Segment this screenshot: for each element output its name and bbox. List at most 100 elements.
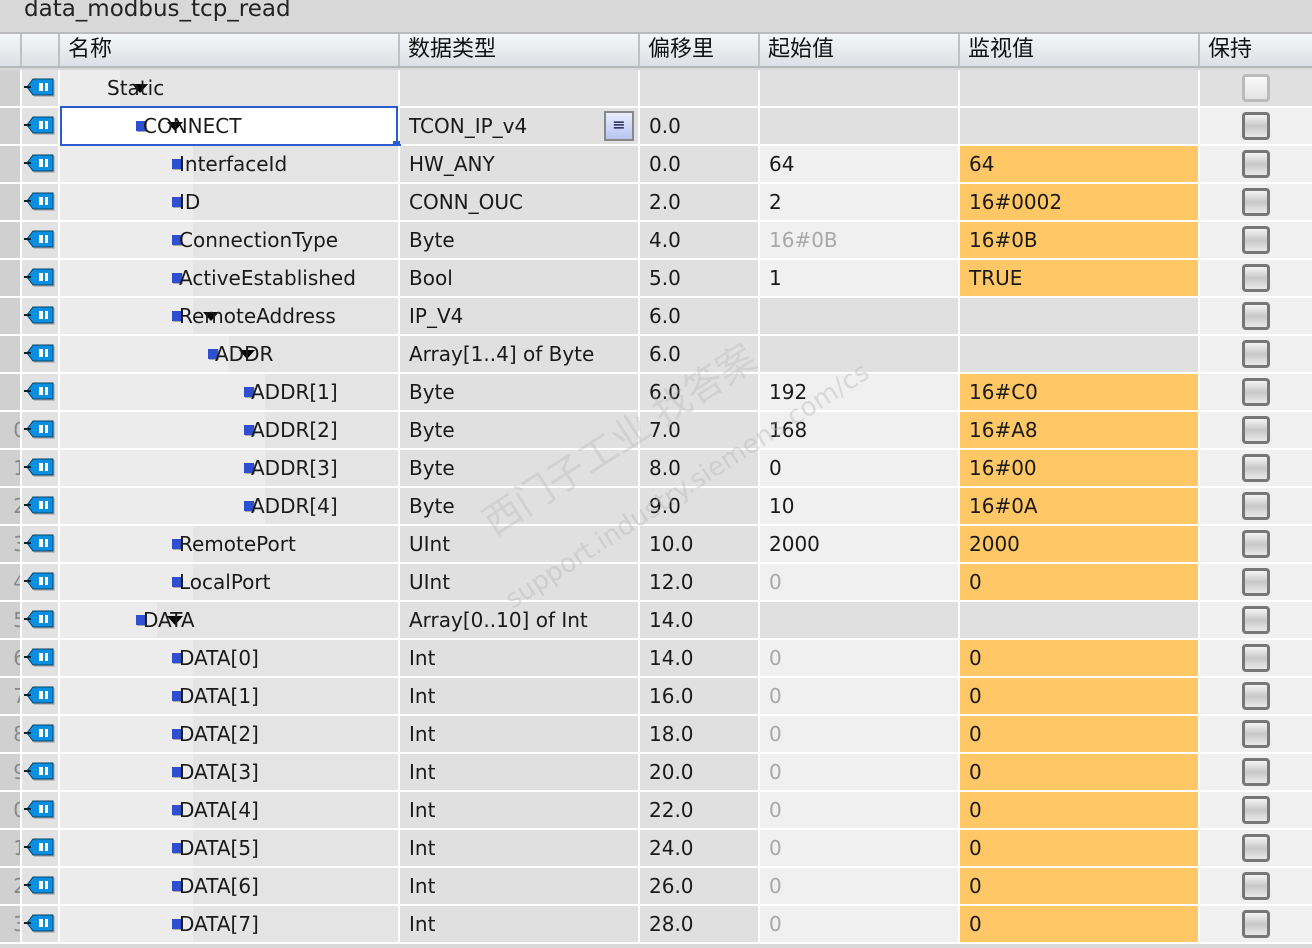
monitor-value-cell[interactable]: 16#00 [960, 450, 1200, 486]
type-cell[interactable] [400, 70, 640, 106]
table-row[interactable]: 4 LocalPort UInt 12.0 0 0 [0, 564, 1312, 602]
start-value-cell[interactable]: 1 [760, 260, 960, 296]
type-cell[interactable]: CONN_OUC [400, 184, 640, 220]
monitor-value-cell[interactable] [960, 602, 1200, 638]
start-value-cell[interactable]: 0 [760, 678, 960, 714]
table-row[interactable]: 2 ADDR[4] Byte 9.0 10 16#0A [0, 488, 1312, 526]
start-value-cell[interactable] [760, 108, 960, 144]
monitor-value-cell[interactable]: 64 [960, 146, 1200, 182]
row-number[interactable]: 0 [0, 412, 22, 448]
start-value-cell[interactable]: 0 [760, 450, 960, 486]
table-row[interactable]: InterfaceId HW_ANY 0.0 64 64 [0, 146, 1312, 184]
table-row[interactable]: 3 RemotePort UInt 10.0 2000 2000 [0, 526, 1312, 564]
start-value-cell[interactable]: 0 [760, 640, 960, 676]
name-cell[interactable]: ADDR[4] [60, 488, 400, 524]
retain-checkbox[interactable] [1242, 302, 1270, 330]
monitor-value-cell[interactable] [960, 336, 1200, 372]
start-value-cell[interactable]: 0 [760, 906, 960, 942]
type-cell[interactable]: Int [400, 716, 640, 752]
monitor-value-cell[interactable]: 16#0A [960, 488, 1200, 524]
row-number[interactable] [0, 222, 22, 258]
monitor-value-cell[interactable]: 0 [960, 906, 1200, 942]
table-row[interactable]: 5 DATA Array[0..10] of Int 14.0 [0, 602, 1312, 640]
monitor-value-cell[interactable]: 16#0002 [960, 184, 1200, 220]
start-value-cell[interactable] [760, 602, 960, 638]
start-value-cell[interactable]: 0 [760, 830, 960, 866]
name-cell[interactable]: ADDR[3] [60, 450, 400, 486]
start-value-cell[interactable]: 2000 [760, 526, 960, 562]
start-value-cell[interactable]: 0 [760, 754, 960, 790]
table-row[interactable]: 3 DATA[7] Int 28.0 0 0 [0, 906, 1312, 944]
type-cell[interactable]: Int [400, 754, 640, 790]
name-cell[interactable]: DATA[4] [60, 792, 400, 828]
type-cell[interactable]: Byte [400, 412, 640, 448]
row-number[interactable] [0, 184, 22, 220]
name-cell[interactable]: DATA[6] [60, 868, 400, 904]
table-row[interactable]: 8 DATA[2] Int 18.0 0 0 [0, 716, 1312, 754]
row-number[interactable]: 5 [0, 602, 22, 638]
monitor-value-cell[interactable]: 0 [960, 640, 1200, 676]
type-cell[interactable]: Int [400, 868, 640, 904]
type-cell[interactable]: TCON_IP_v4 ≡ [400, 108, 640, 144]
start-value-cell[interactable] [760, 336, 960, 372]
name-cell[interactable]: DATA[1] [60, 678, 400, 714]
retain-checkbox[interactable] [1242, 226, 1270, 254]
type-cell[interactable]: HW_ANY [400, 146, 640, 182]
retain-checkbox[interactable] [1242, 264, 1270, 292]
header-start-value[interactable]: 起始值 [760, 34, 960, 66]
row-number[interactable]: 3 [0, 526, 22, 562]
name-cell[interactable]: ConnectionType [60, 222, 400, 258]
name-cell[interactable]: ID [60, 184, 400, 220]
name-cell[interactable]: CONNECT [60, 106, 401, 149]
retain-checkbox[interactable] [1242, 530, 1270, 558]
row-number[interactable]: 2 [0, 868, 22, 904]
retain-checkbox[interactable] [1242, 150, 1270, 178]
start-value-cell[interactable] [760, 298, 960, 334]
header-monitor-value[interactable]: 监视值 [960, 34, 1200, 66]
header-name[interactable]: 名称 [60, 34, 400, 66]
retain-checkbox[interactable] [1242, 492, 1270, 520]
type-cell[interactable]: Array[0..10] of Int [400, 602, 640, 638]
row-number[interactable]: 1 [0, 830, 22, 866]
start-value-cell[interactable]: 16#0B [760, 222, 960, 258]
start-value-cell[interactable]: 0 [760, 716, 960, 752]
name-cell[interactable]: Static [60, 70, 400, 106]
table-row[interactable]: CONNECT TCON_IP_v4 ≡ 0.0 [0, 106, 1312, 149]
name-cell[interactable]: ADDR[2] [60, 412, 400, 448]
table-row[interactable]: ID CONN_OUC 2.0 2 16#0002 [0, 184, 1312, 222]
table-row[interactable]: ADDR Array[1..4] of Byte 6.0 [0, 336, 1312, 374]
monitor-value-cell[interactable]: 0 [960, 754, 1200, 790]
name-cell[interactable]: DATA[5] [60, 830, 400, 866]
type-cell[interactable]: IP_V4 [400, 298, 640, 334]
header-retain[interactable]: 保持 [1200, 34, 1312, 66]
row-number[interactable] [0, 374, 22, 410]
retain-checkbox[interactable] [1242, 454, 1270, 482]
monitor-value-cell[interactable]: 0 [960, 716, 1200, 752]
monitor-value-cell[interactable]: 16#C0 [960, 374, 1200, 410]
row-number[interactable]: 9 [0, 754, 22, 790]
row-number[interactable]: 6 [0, 640, 22, 676]
monitor-value-cell[interactable]: 0 [960, 564, 1200, 600]
type-cell[interactable]: Byte [400, 450, 640, 486]
name-cell[interactable]: DATA[3] [60, 754, 400, 790]
row-number[interactable]: 7 [0, 678, 22, 714]
type-cell[interactable]: Int [400, 640, 640, 676]
retain-checkbox[interactable] [1242, 796, 1270, 824]
type-cell[interactable]: Byte [400, 374, 640, 410]
table-row[interactable]: 1 DATA[5] Int 24.0 0 0 [0, 830, 1312, 868]
start-value-cell[interactable]: 192 [760, 374, 960, 410]
retain-checkbox[interactable] [1242, 872, 1270, 900]
name-cell[interactable]: LocalPort [60, 564, 400, 600]
name-cell[interactable]: ADDR[1] [60, 374, 400, 410]
start-value-cell[interactable]: 10 [760, 488, 960, 524]
retain-checkbox[interactable] [1242, 340, 1270, 368]
monitor-value-cell[interactable] [960, 70, 1200, 106]
name-cell[interactable]: DATA [60, 602, 400, 638]
row-number[interactable] [0, 336, 22, 372]
header-offset[interactable]: 偏移里 [640, 34, 760, 66]
retain-checkbox[interactable] [1242, 758, 1270, 786]
start-value-cell[interactable]: 0 [760, 868, 960, 904]
type-browse-icon[interactable]: ≡ [604, 111, 634, 141]
type-cell[interactable]: Bool [400, 260, 640, 296]
row-number[interactable] [0, 146, 22, 182]
